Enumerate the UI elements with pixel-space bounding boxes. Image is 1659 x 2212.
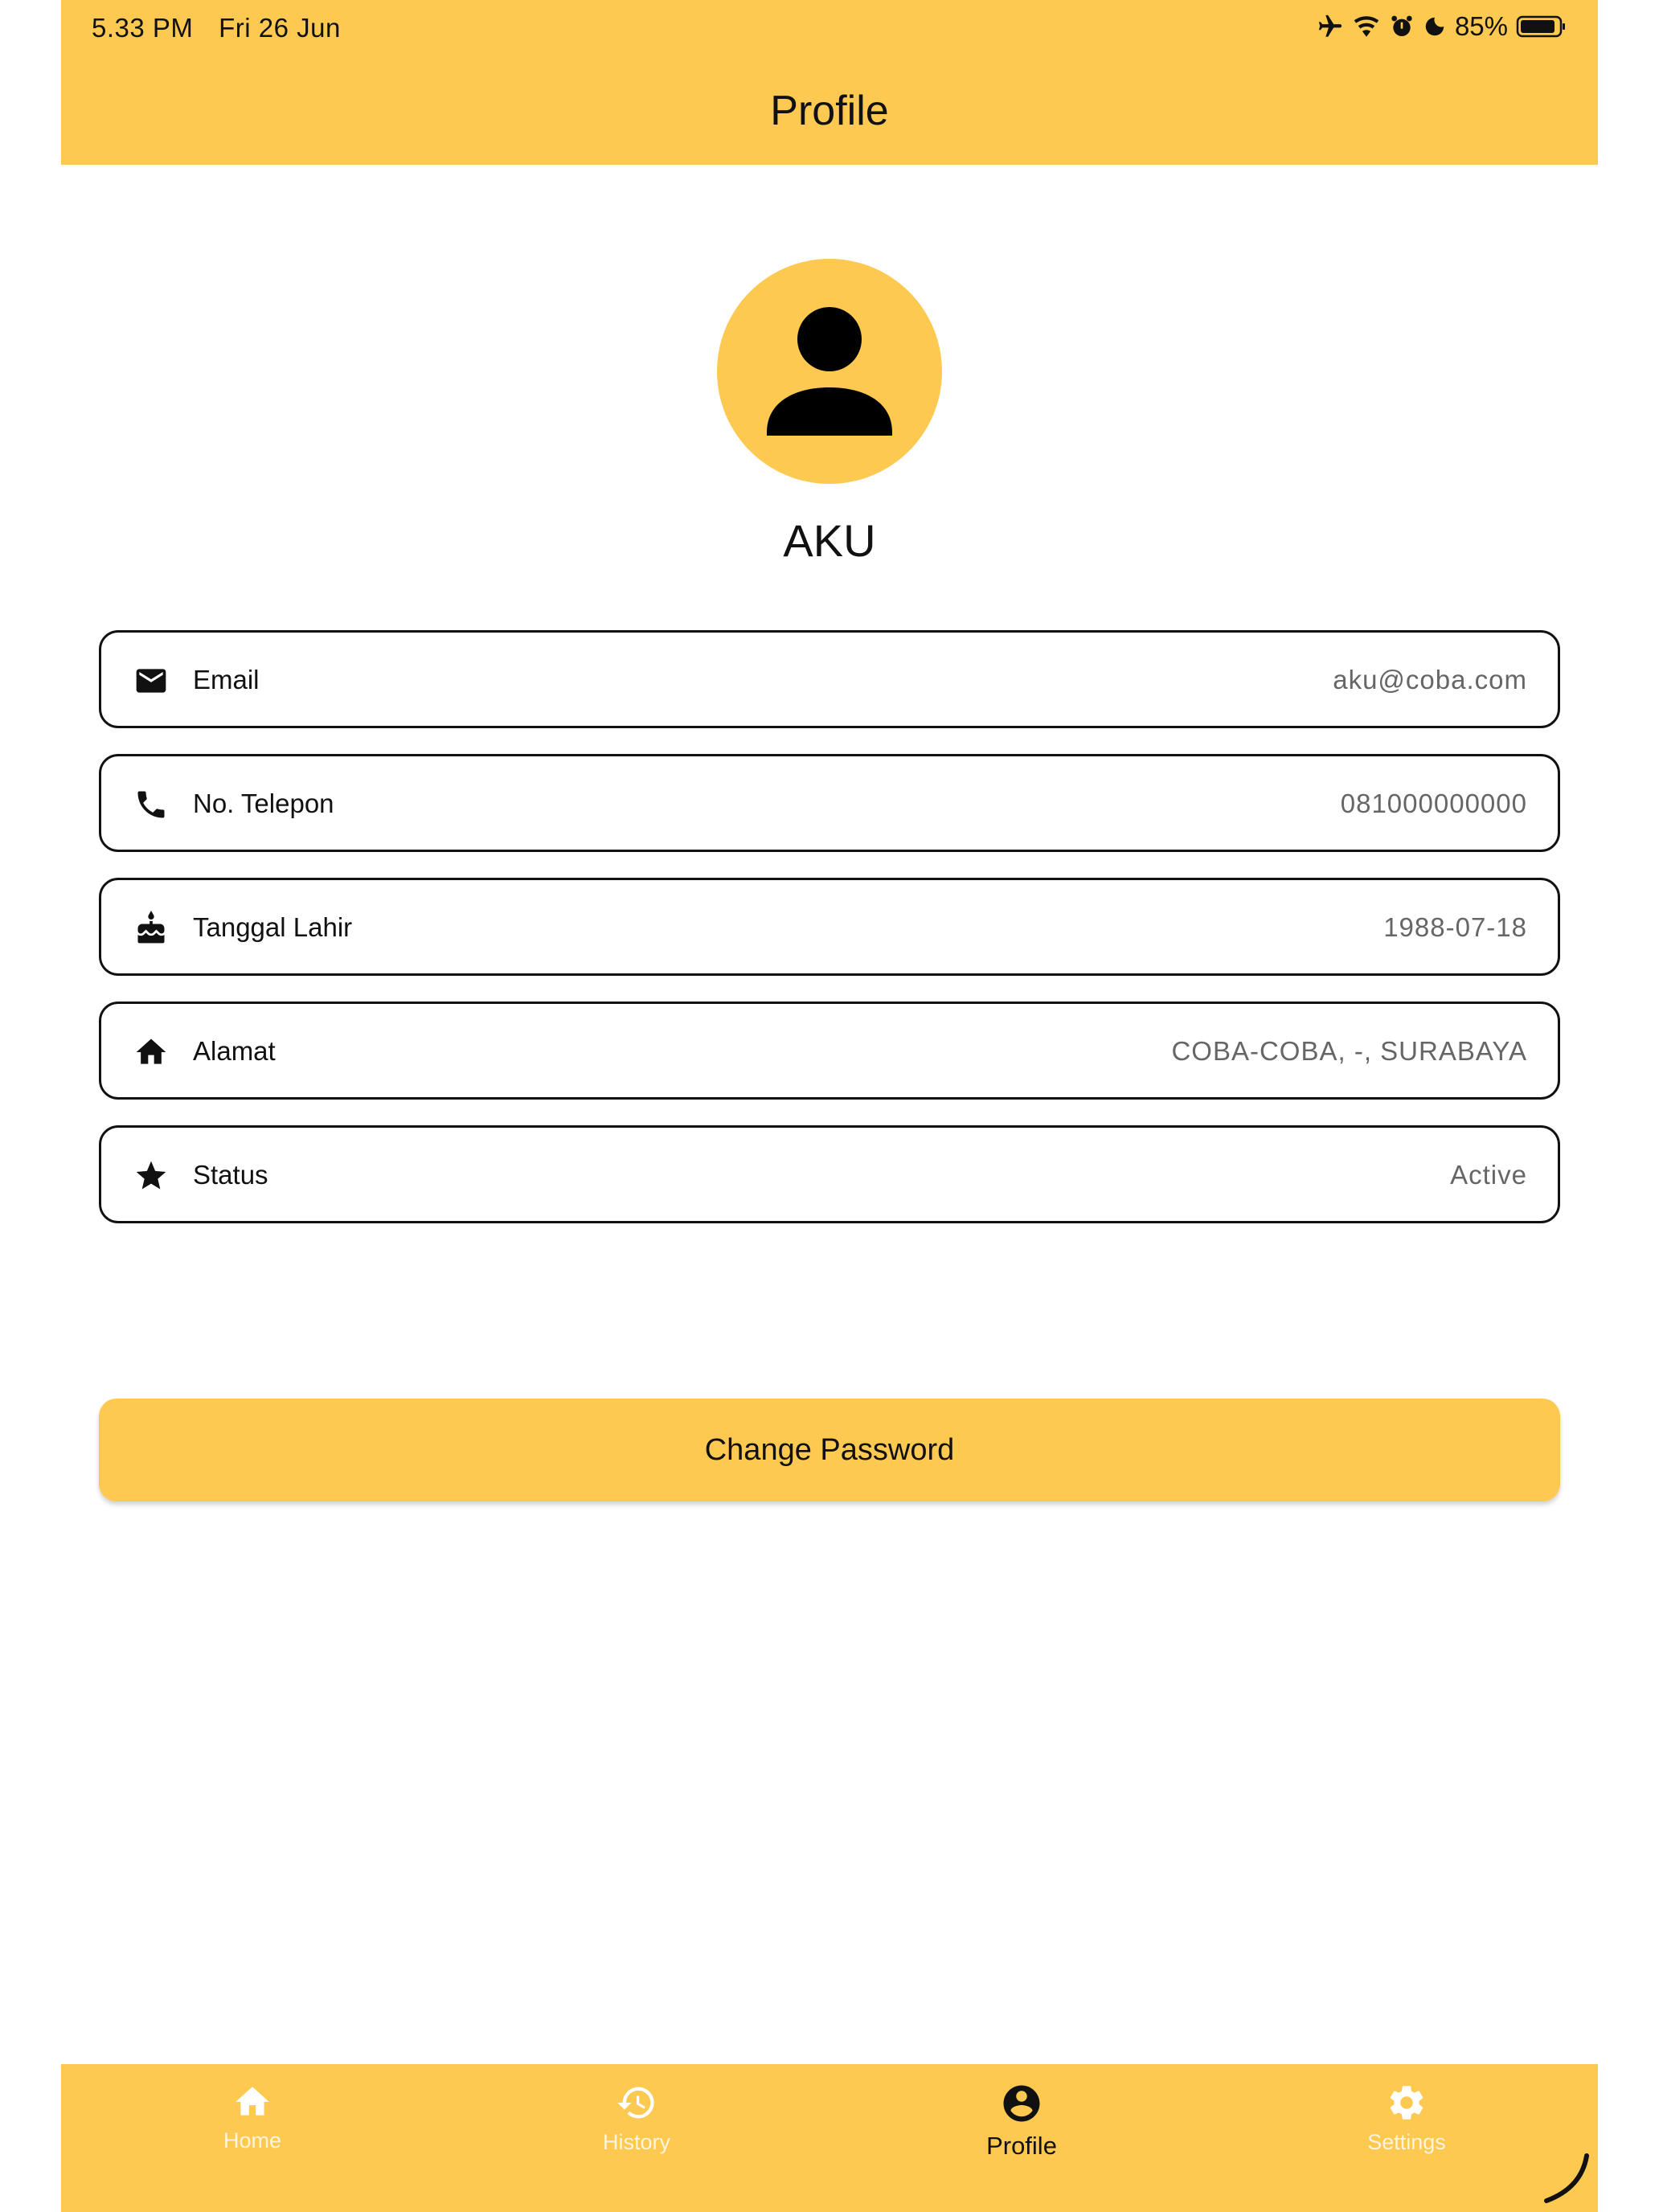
- nav-item-history[interactable]: History: [516, 2082, 757, 2155]
- battery-icon: [1516, 15, 1565, 38]
- status-label: Status: [193, 1160, 268, 1190]
- nav-label-settings: Settings: [1367, 2130, 1446, 2154]
- birthdate-row: Tanggal Lahir 1988-07-18: [99, 878, 1560, 976]
- nav-label-home: Home: [223, 2128, 282, 2153]
- nav-item-home[interactable]: Home: [132, 2082, 373, 2153]
- phone-value: 081000000000: [1340, 789, 1527, 818]
- birthdate-label: Tanggal Lahir: [193, 912, 353, 942]
- status-time: 5.33 PM: [92, 13, 194, 43]
- profile-name: AKU: [783, 515, 876, 566]
- bottom-nav: Home History Profile Settings: [61, 2064, 1598, 2212]
- battery-percent: 85%: [1454, 11, 1508, 41]
- nav-item-settings[interactable]: Settings: [1286, 2082, 1527, 2155]
- address-label: Alamat: [193, 1036, 276, 1066]
- home-icon: [136, 1038, 166, 1064]
- status-row: Status Active: [99, 1125, 1560, 1223]
- account-circle-icon: [1003, 2085, 1040, 2122]
- history-icon: [617, 2087, 654, 2119]
- phone-label: No. Telepon: [193, 789, 334, 818]
- email-row: Email aku@coba.com: [99, 630, 1560, 728]
- nav-label-history: History: [602, 2130, 670, 2154]
- address-value: COBA-COBA, -, SURABAYA: [1171, 1036, 1527, 1066]
- email-label: Email: [193, 665, 260, 694]
- corner-curve-decoration: [1544, 2153, 1589, 2203]
- home-icon: [236, 2087, 269, 2116]
- gear-icon: [1390, 2086, 1423, 2120]
- moon-icon: [1425, 17, 1444, 36]
- app-bar: 5.33 PM Fri 26 Jun 85% Profile: [61, 0, 1598, 165]
- email-value: aku@coba.com: [1333, 665, 1527, 694]
- nav-item-profile[interactable]: Profile: [901, 2082, 1142, 2161]
- cake-icon: [137, 911, 165, 944]
- change-password-button[interactable]: Change Password: [99, 1399, 1560, 1501]
- status-date: Fri 26 Jun: [219, 13, 341, 43]
- status-value: Active: [1450, 1160, 1527, 1190]
- status-bar-right: 85%: [1317, 11, 1567, 42]
- alarm-icon: [1391, 15, 1412, 36]
- birthdate-value: 1988-07-18: [1383, 912, 1527, 942]
- wifi-icon: [1354, 16, 1379, 37]
- status-bar-left: 5.33 PM Fri 26 Jun: [92, 13, 358, 43]
- nav-label-profile: Profile: [986, 2132, 1057, 2160]
- avatar: [717, 259, 942, 484]
- airplane-icon: [1318, 14, 1342, 37]
- phone-row: No. Telepon 081000000000: [99, 754, 1560, 852]
- page-title: Profile: [770, 88, 889, 134]
- address-row: Alamat COBA-COBA, -, SURABAYA: [99, 1002, 1560, 1100]
- person-icon: [767, 307, 892, 436]
- star-icon: [136, 1161, 166, 1190]
- mail-icon: [136, 669, 166, 693]
- phone-icon: [137, 791, 165, 818]
- profile-screen: 5.33 PM Fri 26 Jun 85% Profile AKU Email…: [61, 0, 1598, 2212]
